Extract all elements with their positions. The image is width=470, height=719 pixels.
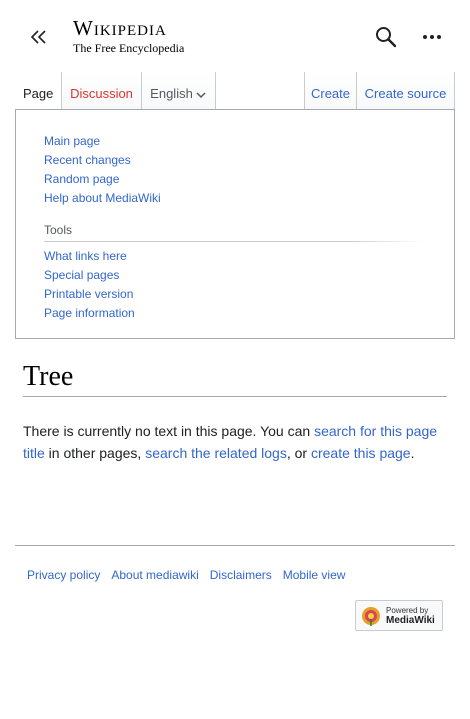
more-options-button[interactable] [420, 25, 444, 49]
footer-link-about[interactable]: About mediawiki [111, 568, 198, 582]
tab-discussion[interactable]: Discussion [61, 72, 141, 110]
tab-page[interactable]: Page [15, 72, 61, 110]
notice-text-1: There is currently no text in this page.… [23, 423, 315, 439]
notice-text-2: in other pages, [44, 445, 146, 461]
create-page-link[interactable]: create this page [311, 445, 411, 461]
powered-by-label: Powered by [386, 605, 429, 615]
tools-heading: Tools [44, 223, 73, 237]
menu-item-printable-version[interactable]: Printable version [44, 285, 135, 304]
chevron-down-icon [196, 92, 206, 98]
menu-item-what-links-here[interactable]: What links here [44, 247, 135, 266]
tab-create-source[interactable]: Create source [356, 72, 455, 110]
logo-wordmark: Wikipedia [73, 16, 167, 40]
tab-create[interactable]: Create [304, 72, 356, 110]
logo-tagline: The Free Encyclopedia [73, 41, 185, 55]
footer-links: Privacy policy About mediawiki Disclaime… [27, 568, 356, 582]
page-tabs: Page Discussion English Create Create so… [15, 72, 455, 110]
footer-link-disclaimers[interactable]: Disclaimers [210, 568, 272, 582]
powered-by-text: Powered by MediaWiki [386, 606, 435, 626]
mediawiki-flower-icon [362, 606, 380, 626]
tools-divider [44, 241, 424, 242]
language-selector[interactable]: English [141, 72, 216, 110]
language-label: English [150, 86, 193, 101]
powered-by-mediawiki-badge[interactable]: Powered by MediaWiki [355, 600, 443, 631]
page-title: Tree [23, 361, 74, 392]
collapse-menu-button[interactable] [26, 24, 52, 50]
search-icon [376, 27, 397, 48]
title-divider [23, 396, 447, 397]
menu-item-page-information[interactable]: Page information [44, 304, 135, 323]
notice-text-4: . [410, 445, 415, 461]
menu-item-main-page[interactable]: Main page [44, 132, 161, 151]
mediawiki-label: MediaWiki [386, 614, 435, 626]
site-header: Wikipedia The Free Encyclopedia [0, 0, 470, 72]
footer-link-mobile-view[interactable]: Mobile view [283, 568, 346, 582]
no-text-notice: There is currently no text in this page.… [23, 420, 449, 464]
menu-item-help[interactable]: Help about MediaWiki [44, 189, 161, 208]
notice-text-3: , or [286, 445, 311, 461]
main-menu-panel: Main page Recent changes Random page Hel… [15, 109, 455, 339]
search-related-logs-link[interactable]: search the related logs [145, 445, 287, 461]
ellipsis-icon [423, 35, 441, 39]
search-button[interactable] [374, 25, 398, 49]
wikipedia-logo[interactable]: Wikipedia The Free Encyclopedia [73, 16, 184, 55]
menu-item-random-page[interactable]: Random page [44, 170, 161, 189]
menu-item-special-pages[interactable]: Special pages [44, 266, 135, 285]
footer-link-privacy[interactable]: Privacy policy [27, 568, 100, 582]
tools-menu: What links here Special pages Printable … [44, 247, 135, 323]
menu-item-recent-changes[interactable]: Recent changes [44, 151, 161, 170]
navigation-menu: Main page Recent changes Random page Hel… [44, 132, 161, 208]
double-chevron-left-icon [30, 30, 46, 44]
footer-divider [15, 545, 455, 546]
tab-discussion-label: Discussion [70, 86, 133, 101]
